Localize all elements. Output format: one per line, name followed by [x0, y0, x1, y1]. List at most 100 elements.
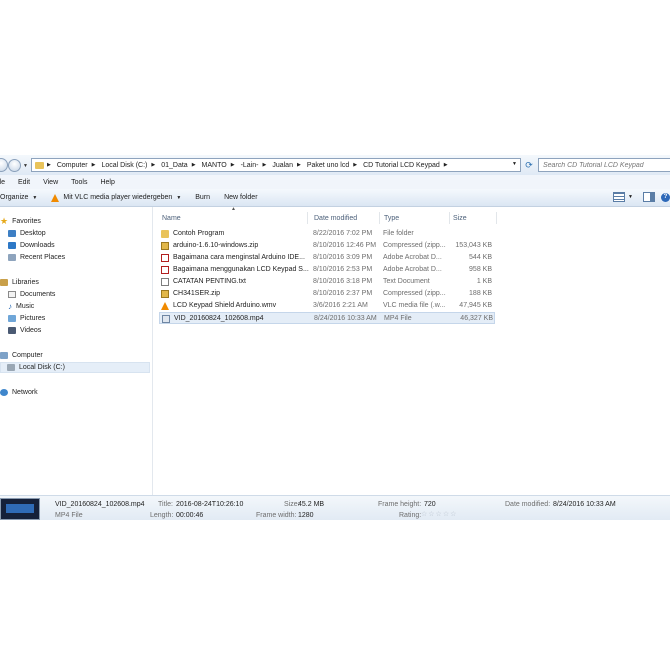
file-row[interactable]: CH341SER.zip 8/10/2016 2:37 PM Compresse… [159, 288, 495, 300]
breadcrumb-label: Paket uno lcd [306, 161, 350, 169]
chevron-down-icon[interactable]: ▼ [628, 194, 633, 200]
details-length-value: 00:00:46 [176, 512, 204, 519]
column-header-date[interactable]: Date modified [314, 213, 357, 224]
file-size: 544 KB [469, 254, 492, 261]
address-bar-row: ▼ ▶ Computer ▶ Local Disk (C:) ▶ 01_Data ▶ … [0, 155, 670, 176]
file-row[interactable]: arduino-1.6.10-windows.zip 8/10/2016 12:… [159, 240, 495, 252]
file-date: 8/10/2016 2:37 PM [313, 290, 373, 297]
file-type: MP4 File [384, 315, 412, 322]
rating-stars[interactable]: ☆☆☆☆☆ [421, 510, 457, 518]
menu-file[interactable]: ile [0, 179, 11, 186]
nav-favorites[interactable]: ★ Favorites [0, 216, 41, 227]
file-date: 8/24/2016 10:33 AM [314, 315, 377, 322]
menu-view[interactable]: View [36, 179, 64, 186]
column-divider[interactable] [449, 212, 450, 224]
address-history-dropdown[interactable]: ▼ [512, 161, 517, 167]
chevron-right-icon[interactable]: ▶ [148, 162, 158, 168]
column-divider[interactable] [307, 212, 308, 224]
refresh-icon[interactable]: ⟳ [522, 158, 536, 172]
file-size: 47,945 KB [459, 302, 492, 309]
desktop-icon [8, 230, 16, 237]
folder-icon [161, 230, 169, 238]
chevron-right-icon[interactable]: ▶ [259, 162, 269, 168]
details-frame-height-label: Frame height: [378, 501, 422, 508]
file-name: Bagaimana cara menginstal Arduino IDE... [173, 254, 305, 261]
breadcrumb-cd-tutorial[interactable]: CD Tutorial LCD Keypad ▶ [360, 162, 451, 169]
file-row[interactable]: Bagaimana menggunakan LCD Keypad S... 8/… [159, 264, 495, 276]
change-view-icon[interactable] [613, 192, 626, 202]
nav-videos[interactable]: Videos [8, 325, 41, 336]
forward-button[interactable] [8, 159, 21, 172]
column-header-type[interactable]: Type [384, 213, 399, 224]
breadcrumb-local-disk[interactable]: Local Disk (C:) ▶ [98, 162, 158, 169]
breadcrumb-label: Jualan [272, 161, 293, 169]
nav-recent-places[interactable]: Recent Places [8, 252, 65, 263]
nav-label: Music [16, 303, 35, 310]
file-row[interactable]: Bagaimana cara menginstal Arduino IDE...… [159, 252, 495, 264]
burn-button[interactable]: Burn [195, 194, 210, 201]
file-type: VLC media file (.w... [383, 302, 446, 309]
zip-icon [161, 290, 169, 298]
nav-music[interactable]: ♪ Music [8, 301, 34, 312]
menu-edit[interactable]: Edit [11, 179, 36, 186]
preview-pane-icon[interactable] [643, 192, 655, 202]
command-bar-right: ▼ ? [613, 192, 670, 202]
search-box[interactable] [538, 158, 670, 172]
chevron-right-icon[interactable]: ▶ [294, 162, 304, 168]
chevron-right-icon[interactable]: ▶ [350, 162, 360, 168]
nav-local-disk[interactable]: Local Disk (C:) [0, 362, 150, 373]
breadcrumb-lain[interactable]: -Lain- ▶ [238, 162, 270, 169]
file-name: CATATAN PENTING.txt [173, 278, 246, 285]
help-icon[interactable]: ? [661, 192, 670, 202]
new-folder-button[interactable]: New folder [224, 194, 257, 201]
open-with-vlc-button[interactable]: Mit VLC media player wiedergeben ▼ [51, 193, 181, 202]
recent-places-icon [8, 254, 16, 261]
breadcrumb-01-data[interactable]: 01_Data ▶ [158, 162, 198, 169]
nav-computer[interactable]: Computer [0, 350, 43, 361]
breadcrumb-label: Local Disk (C:) [101, 161, 148, 169]
recent-pages-dropdown[interactable]: ▼ [23, 163, 28, 169]
nav-desktop[interactable]: Desktop [8, 228, 46, 239]
file-type: Adobe Acrobat D... [383, 266, 442, 273]
details-title-value[interactable]: 2016-08-24T10:26:10 [176, 501, 243, 508]
back-button[interactable] [0, 158, 8, 172]
chevron-down-icon: ▼ [32, 194, 38, 201]
organize-button[interactable]: Organize ▼ [0, 194, 37, 201]
details-title-label: Title: [158, 501, 173, 508]
chevron-right-icon[interactable]: ▶ [189, 162, 199, 168]
column-divider[interactable] [496, 212, 497, 224]
chevron-right-icon[interactable]: ▶ [89, 162, 99, 168]
nav-label: Local Disk (C:) [19, 364, 65, 371]
documents-icon [8, 291, 16, 298]
breadcrumb-computer[interactable]: Computer ▶ [54, 162, 99, 169]
chevron-right-icon[interactable]: ▶ [441, 162, 451, 168]
file-row[interactable]: LCD Keypad Shield Arduino.wmv 3/6/2016 2… [159, 300, 495, 312]
video-file-icon [162, 315, 170, 323]
breadcrumb-jualan[interactable]: Jualan ▶ [269, 162, 304, 169]
column-header-name[interactable]: Name [162, 213, 181, 224]
breadcrumb-manto[interactable]: MANTO ▶ [199, 162, 238, 169]
menu-help[interactable]: Help [93, 179, 120, 186]
file-name: VID_20160824_102608.mp4 [174, 315, 264, 322]
file-row[interactable]: CATATAN PENTING.txt 8/10/2016 3:18 PM Te… [159, 276, 495, 288]
file-row-selected[interactable]: VID_20160824_102608.mp4 8/24/2016 10:33 … [159, 312, 495, 324]
nav-pictures[interactable]: Pictures [8, 313, 45, 324]
column-header-size[interactable]: Size [453, 213, 467, 224]
file-list: ▲ Name Date modified Type Size Contoh Pr… [153, 206, 670, 495]
breadcrumb-root-arrow[interactable]: ▶ [44, 162, 54, 168]
nav-documents[interactable]: Documents [8, 289, 55, 300]
search-input[interactable] [539, 159, 670, 171]
details-file-type: MP4 File [55, 512, 83, 519]
menu-tools[interactable]: Tools [64, 179, 93, 186]
breadcrumb-label: CD Tutorial LCD Keypad [363, 161, 440, 169]
nav-downloads[interactable]: Downloads [8, 240, 55, 251]
address-box[interactable]: ▶ Computer ▶ Local Disk (C:) ▶ 01_Data ▶ MA… [31, 158, 521, 172]
file-row[interactable]: Contoh Program 8/22/2016 7:02 PM File fo… [159, 228, 495, 240]
open-with-label: Mit VLC media player wiedergeben [63, 194, 173, 201]
nav-libraries[interactable]: Libraries [0, 277, 39, 288]
column-divider[interactable] [379, 212, 380, 224]
chevron-right-icon[interactable]: ▶ [228, 162, 238, 168]
nav-network[interactable]: Network [0, 387, 38, 398]
breadcrumb-paket-uno-lcd[interactable]: Paket uno lcd ▶ [304, 162, 360, 169]
menu-bar: ile Edit View Tools Help [0, 175, 670, 189]
